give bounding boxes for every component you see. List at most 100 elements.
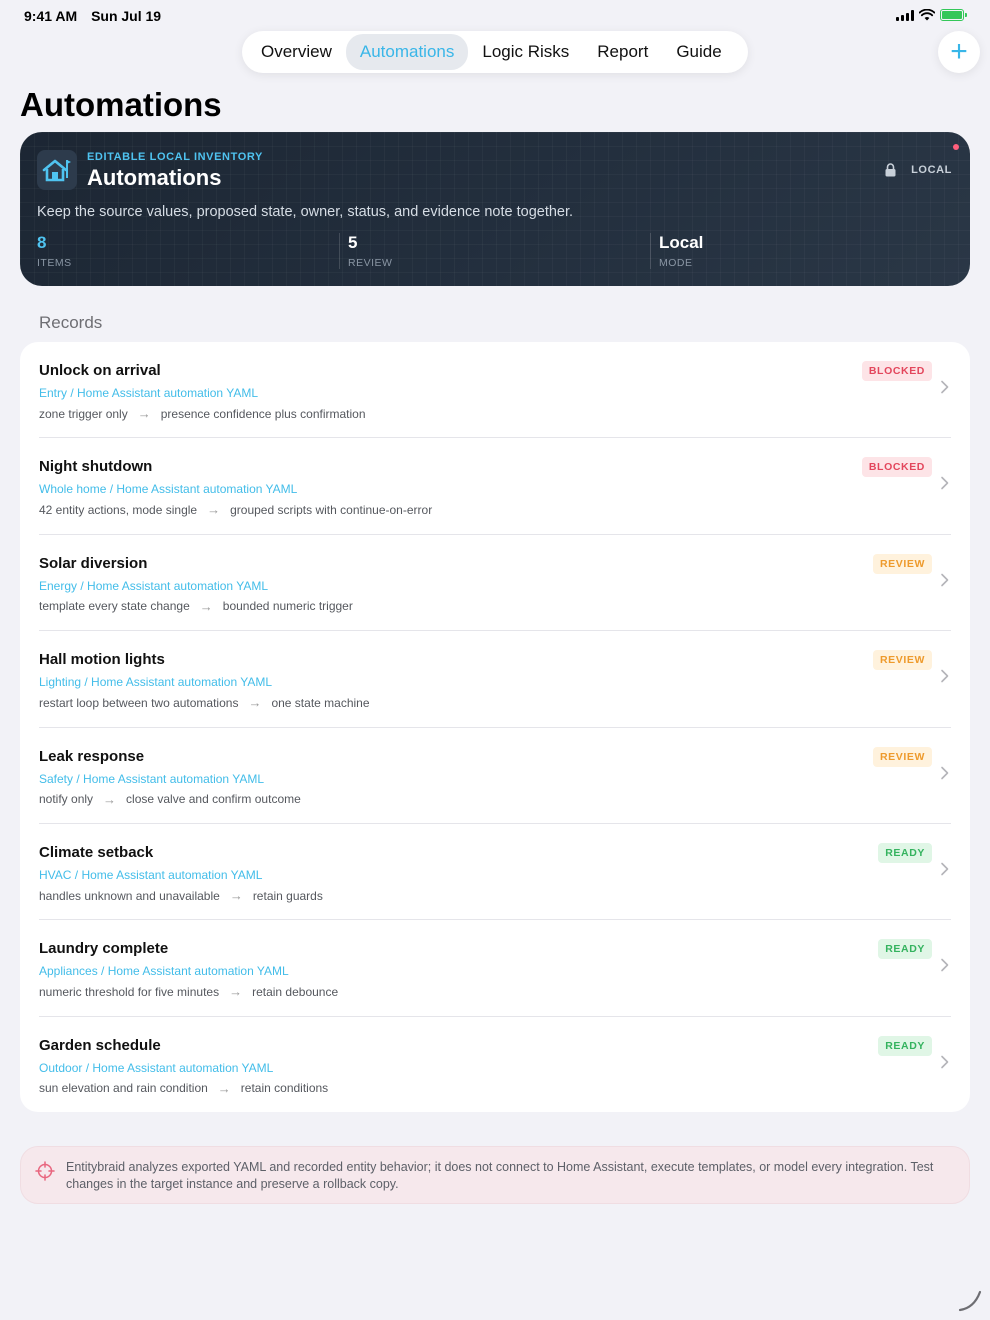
status-time: 9:41 AM: [24, 8, 78, 24]
status-badge: BLOCKED: [861, 361, 932, 381]
hero-eyebrow: EDITABLE LOCAL INVENTORY: [87, 151, 263, 163]
stat-mode-value: Local: [659, 233, 704, 252]
arrow-right-icon: →: [199, 598, 213, 614]
stat-items-value: 8: [37, 233, 47, 252]
disclaimer-note: Entitybraid analyzes exported YAML and r…: [20, 1146, 970, 1204]
record-to: one state machine: [271, 695, 370, 710]
record-name: Laundry complete: [39, 940, 169, 958]
record-change: template every state change → bounded nu…: [39, 599, 353, 614]
tab-guide[interactable]: Guide: [662, 34, 735, 70]
arrow-right-icon: →: [103, 791, 117, 807]
chevron-right-icon: [941, 380, 949, 394]
record-change: restart loop between two automations → o…: [39, 695, 370, 710]
stat-review: 5 REVIEW: [348, 233, 392, 269]
list-item[interactable]: Climate setback HVAC / Home Assistant au…: [20, 824, 970, 921]
chevron-right-icon: [941, 959, 949, 972]
list-item[interactable]: Hall motion lights Lighting / Home Assis…: [20, 631, 970, 728]
record-name: Hall motion lights: [39, 651, 165, 669]
inventory-hero-card: EDITABLE LOCAL INVENTORY Automations LOC…: [20, 132, 970, 286]
list-item[interactable]: Laundry complete Appliances / Home Assis…: [20, 920, 970, 1017]
status-indicators: [896, 9, 967, 21]
stat-review-value: 5: [348, 233, 358, 252]
hero-title: Automations: [87, 165, 222, 190]
stat-review-label: REVIEW: [348, 257, 393, 269]
record-change: sun elevation and rain condition → retai…: [39, 1081, 328, 1096]
list-item[interactable]: Solar diversion Energy / Home Assistant …: [20, 535, 970, 632]
list-item[interactable]: Unlock on arrival Entry / Home Assistant…: [20, 342, 970, 439]
chevron-right-icon: [941, 862, 949, 876]
arrow-right-icon: →: [229, 984, 243, 1000]
tab-automations[interactable]: Automations: [345, 34, 469, 70]
record-change: numeric threshold for five minutes → ret…: [39, 984, 338, 999]
crosshair-icon: [35, 1161, 55, 1181]
record-category: Appliances / Home Assistant automation Y…: [39, 964, 289, 979]
record-from: restart loop between two automations: [39, 695, 239, 710]
record-to: bounded numeric trigger: [222, 599, 353, 614]
list-item[interactable]: Garden schedule Outdoor / Home Assistant…: [20, 1017, 970, 1113]
record-name: Leak response: [39, 747, 145, 765]
status-badge: READY: [878, 1035, 932, 1056]
hero-local-badge: LOCAL: [911, 164, 952, 176]
record-change: 42 entity actions, mode single → grouped…: [39, 502, 432, 517]
hero-description: Keep the source values, proposed state, …: [37, 204, 574, 220]
record-category: Safety / Home Assistant automation YAML: [39, 771, 264, 786]
status-bar: 9:41 AM Sun Jul 19: [0, 0, 990, 32]
cellular-signal-icon: [896, 9, 914, 21]
records-section-label: Records: [39, 313, 103, 332]
chevron-right-icon: [941, 477, 949, 490]
record-to: retain conditions: [240, 1081, 329, 1096]
record-category: Whole home / Home Assistant automation Y…: [39, 482, 298, 497]
status-badge: READY: [878, 843, 932, 863]
record-name: Garden schedule: [39, 1036, 161, 1054]
record-change: handles unknown and unavailable → retain…: [39, 888, 323, 903]
status-time-date: 9:41 AM Sun Jul 19: [24, 8, 171, 24]
record-to: close valve and confirm outcome: [126, 792, 301, 807]
battery-icon: [940, 9, 967, 21]
record-name: Unlock on arrival: [39, 362, 161, 379]
stat-items-label: ITEMS: [37, 257, 72, 269]
record-change: notify only → close valve and confirm ou…: [39, 792, 301, 807]
stat-items: 8 ITEMS: [37, 233, 72, 269]
page-title: Automations: [20, 86, 222, 123]
record-category: Lighting / Home Assistant automation YAM…: [39, 675, 273, 690]
record-from: 42 entity actions, mode single: [39, 502, 198, 517]
status-date: Sun Jul 19: [91, 8, 162, 24]
stat-mode-label: MODE: [659, 257, 693, 269]
top-tab-bar: Overview Automations Logic Risks Report …: [242, 31, 748, 73]
chevron-right-icon: [941, 1055, 949, 1069]
record-name: Night shutdown: [39, 458, 153, 476]
status-badge: REVIEW: [872, 553, 932, 574]
record-to: presence confidence plus confirmation: [160, 406, 366, 421]
record-from: zone trigger only: [39, 406, 128, 421]
resize-handle-icon: [958, 1290, 982, 1312]
list-item[interactable]: Night shutdown Whole home / Home Assista…: [20, 438, 970, 535]
house-icon: [37, 150, 77, 190]
tab-logic-risks[interactable]: Logic Risks: [468, 34, 583, 70]
tab-report[interactable]: Report: [583, 34, 662, 70]
plus-icon: +: [950, 35, 968, 68]
list-item[interactable]: Leak response Safety / Home Assistant au…: [20, 728, 970, 824]
chevron-right-icon: [941, 669, 949, 683]
arrow-right-icon: →: [137, 406, 151, 421]
record-category: HVAC / Home Assistant automation YAML: [39, 868, 263, 882]
record-from: handles unknown and unavailable: [39, 888, 220, 903]
status-badge: READY: [878, 939, 932, 960]
arrow-right-icon: →: [248, 695, 262, 711]
status-badge: REVIEW: [872, 650, 932, 671]
hero-status-dot: [953, 144, 959, 150]
records-list: Unlock on arrival Entry / Home Assistant…: [20, 342, 970, 1112]
chevron-right-icon: [941, 573, 949, 587]
record-from: template every state change: [39, 599, 190, 614]
arrow-right-icon: →: [207, 502, 221, 518]
record-category: Energy / Home Assistant automation YAML: [39, 578, 269, 593]
add-button[interactable]: +: [938, 31, 980, 73]
record-change: zone trigger only → presence confidence …: [39, 406, 366, 421]
record-from: sun elevation and rain condition: [39, 1081, 208, 1096]
record-from: notify only: [39, 792, 94, 807]
tab-overview[interactable]: Overview: [247, 34, 346, 70]
wifi-icon: [919, 9, 935, 21]
chevron-right-icon: [941, 766, 949, 779]
lock-icon: [885, 163, 896, 177]
status-badge: REVIEW: [872, 746, 932, 767]
arrow-right-icon: →: [229, 888, 243, 903]
